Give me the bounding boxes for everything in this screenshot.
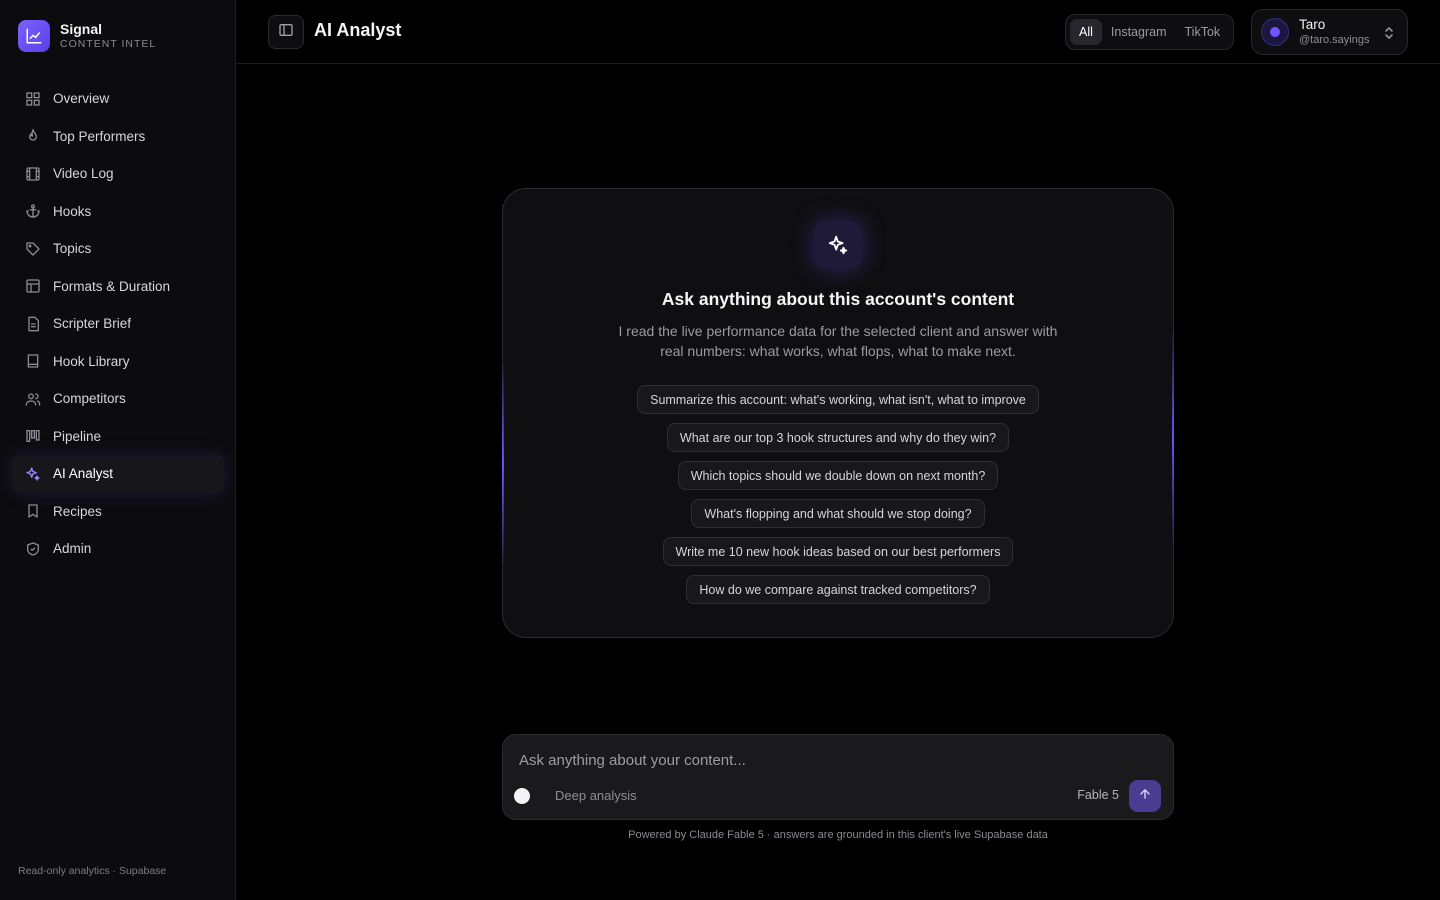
chart-line-icon — [18, 20, 50, 52]
suggestion-chip[interactable]: Write me 10 new hook ideas based on our … — [662, 537, 1014, 566]
sidebar-item-ai-analyst[interactable]: AI Analyst — [12, 455, 224, 493]
bookmark-icon — [25, 503, 41, 519]
suggestion-chip[interactable]: Which topics should we double down on ne… — [677, 461, 999, 490]
chevron-up-down-icon — [1383, 25, 1395, 46]
panel-left-icon — [278, 22, 294, 43]
sidebar-item-label: Scripter Brief — [53, 316, 132, 332]
layout-icon — [25, 278, 41, 294]
sidebar-item-label: Overview — [53, 91, 110, 107]
sidebar-item-formats-duration[interactable]: Formats & Duration — [12, 268, 224, 306]
film-icon — [25, 166, 41, 182]
suggestion-chip[interactable]: What are our top 3 hook structures and w… — [666, 423, 1010, 452]
sidebar-item-top-performers[interactable]: Top Performers — [12, 118, 224, 156]
sidebar-item-topics[interactable]: Topics — [12, 230, 224, 268]
send-button[interactable] — [1129, 780, 1161, 812]
brand-name: Signal — [60, 21, 103, 37]
deep-analysis-toggle[interactable] — [514, 788, 530, 804]
suggestion-list: Summarize this account: what's working, … — [503, 385, 1173, 613]
sidebar-item-label: Topics — [53, 241, 92, 257]
suggestion-chip[interactable]: Summarize this account: what's working, … — [637, 385, 1039, 414]
platform-filter-instagram[interactable]: Instagram — [1102, 19, 1176, 45]
platform-filter-tiktok[interactable]: TikTok — [1176, 19, 1230, 45]
brand-subtitle: CONTENT INTEL — [60, 38, 157, 50]
platform-filter-all[interactable]: All — [1070, 19, 1102, 45]
sidebar-item-label: Recipes — [53, 503, 102, 519]
users-icon — [25, 391, 41, 407]
sidebar-item-label: Hooks — [53, 203, 92, 219]
chat-composer: Deep analysis Fable 5 — [502, 734, 1174, 820]
sidebar-item-hook-library[interactable]: Hook Library — [12, 343, 224, 381]
sidebar-item-label: Hook Library — [53, 353, 130, 369]
anchor-icon — [25, 203, 41, 219]
deep-analysis-label: Deep analysis — [555, 788, 637, 803]
sidebar-item-hooks[interactable]: Hooks — [12, 193, 224, 231]
sidebar-item-label: Admin — [53, 541, 92, 557]
platform-filter: All Instagram TikTok — [1065, 14, 1235, 50]
flame-icon — [25, 128, 41, 144]
sidebar-footer: Read-only analytics · Supabase — [18, 865, 167, 877]
book-icon — [25, 353, 41, 369]
assistant-description: I read the live performance data for the… — [618, 323, 1058, 359]
grid-icon — [25, 91, 41, 107]
sidebar-item-label: Competitors — [53, 391, 126, 407]
sidebar-item-competitors[interactable]: Competitors — [12, 380, 224, 418]
kanban-icon — [25, 428, 41, 444]
powered-by-note: Powered by Claude Fable 5 · answers are … — [628, 829, 1048, 841]
sidebar-item-scripter-brief[interactable]: Scripter Brief — [12, 305, 224, 343]
sidebar-item-video-log[interactable]: Video Log — [12, 155, 224, 193]
sidebar-item-pipeline[interactable]: Pipeline — [12, 418, 224, 456]
sidebar-item-overview[interactable]: Overview — [12, 80, 224, 118]
brand[interactable]: Signal CONTENT INTEL — [18, 20, 156, 52]
sparkles-icon — [25, 466, 41, 482]
model-selector[interactable]: Fable 5 — [1077, 788, 1119, 802]
account-switcher[interactable]: Taro @taro.sayings — [1251, 9, 1408, 55]
sidebar-toggle-button[interactable] — [268, 15, 304, 49]
sidebar: Signal CONTENT INTEL Overview Top Perfor… — [0, 0, 236, 900]
page-title: AI Analyst — [314, 20, 402, 40]
suggestion-chip[interactable]: What's flopping and what should we stop … — [691, 499, 985, 528]
top-bar: AI Analyst All Instagram TikTok Taro @ta… — [236, 0, 1440, 64]
sidebar-item-label: Top Performers — [53, 128, 146, 144]
sidebar-item-label: Formats & Duration — [53, 278, 171, 294]
shield-icon — [25, 541, 41, 557]
avatar — [1261, 18, 1289, 46]
account-handle: @taro.sayings — [1299, 34, 1370, 46]
arrow-up-icon — [1138, 787, 1152, 806]
account-name: Taro — [1299, 17, 1326, 32]
document-icon — [25, 316, 41, 332]
sidebar-item-label: Video Log — [53, 166, 114, 182]
suggestion-chip[interactable]: How do we compare against tracked compet… — [686, 575, 990, 604]
chat-input[interactable] — [519, 749, 1149, 771]
sparkles-icon — [814, 221, 862, 269]
sidebar-item-label: Pipeline — [53, 428, 102, 444]
assistant-title: Ask anything about this account's conten… — [661, 289, 1015, 309]
sidebar-nav: Overview Top Performers Video Log Hooks … — [12, 80, 224, 568]
assistant-intro-card: Ask anything about this account's conten… — [502, 188, 1174, 638]
tag-icon — [25, 241, 41, 257]
sidebar-item-recipes[interactable]: Recipes — [12, 493, 224, 531]
sidebar-item-label: AI Analyst — [53, 466, 114, 482]
sidebar-item-admin[interactable]: Admin — [12, 530, 224, 568]
